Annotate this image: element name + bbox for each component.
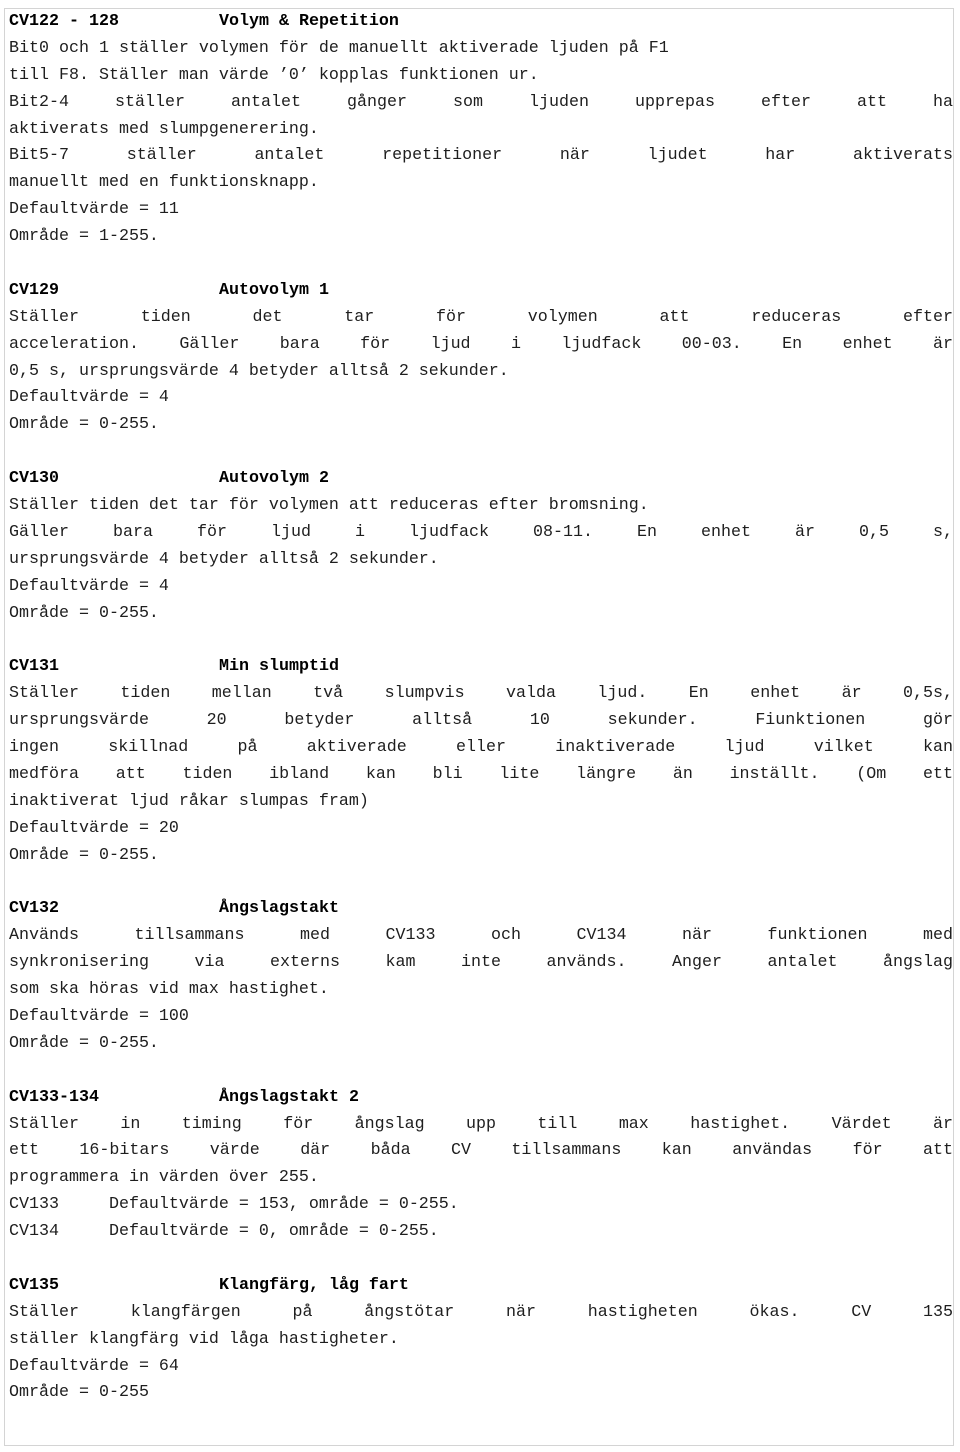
cv-description-line: Bit5-7 ställer antalet repetitioner när … <box>9 146 953 166</box>
cv-section-header: CV122 - 128 Volym & Repetition <box>9 9 953 36</box>
cv-number: CV131 <box>9 657 59 677</box>
cv-section: CV131 Min slumptid Ställer tiden mellan tv… <box>9 654 953 896</box>
cv-description-line: ursprungsvärde 4 betyder alltså 2 sekund… <box>9 549 439 569</box>
cv-description-line: som ska höras vid max hastighet. <box>9 980 329 1000</box>
cv-description-line: Defaultvärde = 64 <box>9 1356 179 1376</box>
cv-description-line: aktiverats med slumpgenerering. <box>9 119 319 139</box>
cv-title: Klangfärg, låg fart <box>219 1275 409 1295</box>
cv-description-line: Gäller bara för ljud i ljudfack 08-11. E… <box>9 522 953 542</box>
cv-description-line: Område = 0-255. <box>9 415 159 435</box>
cv-description-line: 0,5 s, ursprungsvärde 4 betyder alltså 2… <box>9 361 509 381</box>
cv-title: Autovolym 2 <box>219 469 329 489</box>
cv-description-line: Ställer in timing för ångslag upp till m… <box>9 1114 953 1134</box>
cv-description-line: acceleration. Gäller bara för ljud i lju… <box>9 334 953 354</box>
cv-number: CV132 <box>9 899 59 919</box>
cv-section: CV129 Autovolym 1 Ställer tiden det tar fö… <box>9 278 953 466</box>
cv-description-line: Område = 0-255. <box>9 845 159 865</box>
cv-number: CV130 <box>9 469 59 489</box>
cv-description-line: Område = 0-255. <box>9 1033 159 1053</box>
cv-number: CV129 <box>9 280 59 300</box>
cv-section-header: CV135 Klangfärg, låg fart <box>9 1273 953 1300</box>
document-content: CV122 - 128 Volym & Repetition Bit0 och 1 … <box>9 9 953 1407</box>
cv-description-line: inaktiverat ljud råkar slumpas fram) <box>9 791 369 811</box>
cv-title: Volym & Repetition <box>219 12 399 31</box>
cv-section: CV122 - 128 Volym & Repetition Bit0 och 1 … <box>9 9 953 278</box>
cv-description-line: Område = 0-255 <box>9 1383 149 1403</box>
cv-description-line: Ställer tiden mellan två slumpvis valda … <box>9 684 953 704</box>
cv-description-line: medföra att tiden ibland kan bli lite lä… <box>9 764 953 784</box>
cv-description-line: Bit0 och 1 ställer volymen för de manuel… <box>9 38 669 58</box>
cv-description-line: Används tillsammans med CV133 och CV134 … <box>9 926 953 946</box>
cv-description-line: Område = 0-255. <box>9 603 159 623</box>
cv-description-line: Ställer tiden det tar för volymen att re… <box>9 496 649 516</box>
cv-description-line: Defaultvärde = 4 <box>9 576 169 596</box>
cv-section-header: CV132 Ångslagstakt <box>9 896 953 923</box>
cv-description-line: Defaultvärde = 100 <box>9 1006 189 1026</box>
cv-description-line: Ställer tiden det tar för volymen att re… <box>9 307 953 327</box>
cv-section-header: CV131 Min slumptid <box>9 654 953 681</box>
cv-description-line: programmera in värden över 255. <box>9 1168 319 1188</box>
cv-description-line: Ställer klangfärgen på ångstötar när has… <box>9 1302 953 1322</box>
cv-description-line: synkronisering via externs kam inte anvä… <box>9 953 953 973</box>
cv-description-line: Defaultvärde = 11 <box>9 200 179 220</box>
cv-section-header: CV133-134 Ångslagstakt 2 <box>9 1085 953 1112</box>
cv-section: CV135 Klangfärg, låg fart Ställer klangfär… <box>9 1273 953 1407</box>
cv-description-line: till F8. Ställer man värde ’0’ kopplas f… <box>9 65 539 85</box>
cv-description-line: ingen skillnad på aktiverade eller inakt… <box>9 738 953 758</box>
cv-title: Autovolym 1 <box>219 280 329 300</box>
cv-description-line: Defaultvärde = 20 <box>9 818 179 838</box>
cv-title: Ångslagstakt <box>219 899 339 919</box>
cv-section: CV133-134 Ångslagstakt 2 Ställer in timing… <box>9 1085 953 1273</box>
cv-section: CV132 Ångslagstakt Används tillsammans med… <box>9 896 953 1084</box>
cv-description-line: ett 16-bitars värde där båda CV tillsamm… <box>9 1141 953 1161</box>
cv-description-line: CV134 Defaultvärde = 0, område = 0-255. <box>9 1222 439 1242</box>
cv-description-line: Bit2-4 ställer antalet gånger som ljuden… <box>9 92 953 112</box>
document-page: CV122 - 128 Volym & Repetition Bit0 och 1 … <box>4 8 954 1446</box>
cv-description-line: ursprungsvärde 20 betyder alltså 10 seku… <box>9 711 953 731</box>
cv-description-line: Defaultvärde = 4 <box>9 388 169 408</box>
cv-description-line: CV133 Defaultvärde = 153, område = 0-255… <box>9 1195 459 1215</box>
cv-section-header: CV129 Autovolym 1 <box>9 278 953 305</box>
cv-description-line: Område = 1-255. <box>9 227 159 247</box>
cv-title: Ångslagstakt 2 <box>219 1087 359 1107</box>
cv-section-header: CV130 Autovolym 2 <box>9 466 953 493</box>
cv-number: CV133-134 <box>9 1087 99 1107</box>
cv-description-line: manuellt med en funktionsknapp. <box>9 173 319 193</box>
cv-description-line: ställer klangfärg vid låga hastigheter. <box>9 1329 399 1349</box>
cv-title: Min slumptid <box>219 657 339 677</box>
cv-number: CV122 - 128 <box>9 12 119 31</box>
cv-number: CV135 <box>9 1275 59 1295</box>
cv-section: CV130 Autovolym 2 Ställer tiden det tar fö… <box>9 466 953 654</box>
